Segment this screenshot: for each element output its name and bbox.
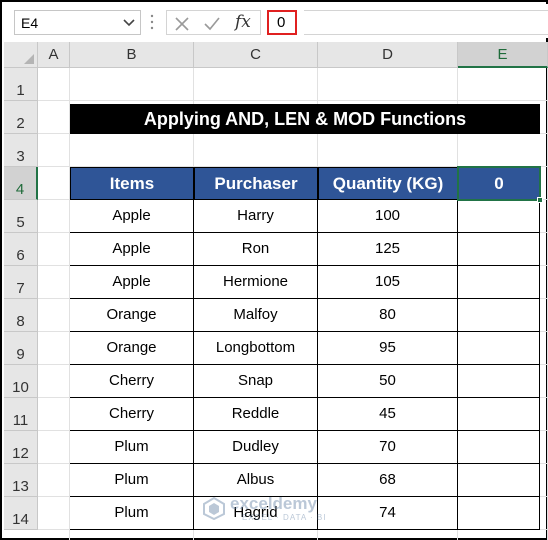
name-box-value: E4 <box>21 15 39 31</box>
active-cell-selection <box>457 166 541 201</box>
table-cell[interactable] <box>458 299 540 332</box>
table-cell[interactable]: 80 <box>318 299 458 332</box>
table-cell[interactable]: Hermione <box>194 266 318 299</box>
formula-value: 0 <box>277 14 286 31</box>
watermark-logo: exceldemy EXCEL · DATA · BI <box>202 494 352 526</box>
excel-window: E4 fx 0 A B C D E 1 2 3 4 5 6 7 8 9 10 11 12 13 14 <box>0 0 548 540</box>
table-cell[interactable]: 95 <box>318 332 458 365</box>
table-cell[interactable] <box>458 497 540 530</box>
table-cell[interactable]: 50 <box>318 365 458 398</box>
column-header-c[interactable]: C <box>194 42 318 68</box>
table-cell[interactable] <box>458 464 540 497</box>
table-cell[interactable]: Dudley <box>194 431 318 464</box>
row-header-12[interactable]: 12 <box>4 431 38 464</box>
enter-check-icon[interactable] <box>203 15 221 33</box>
table-cell[interactable]: 100 <box>318 200 458 233</box>
table-cell[interactable] <box>458 431 540 464</box>
row-header-7[interactable]: 7 <box>4 266 38 299</box>
select-all-button[interactable] <box>4 42 38 68</box>
drag-handle-icon[interactable] <box>150 14 154 30</box>
gridline-horizontal <box>38 100 548 101</box>
row-header-5[interactable]: 5 <box>4 200 38 233</box>
name-box[interactable]: E4 <box>14 10 141 35</box>
table-cell[interactable]: 70 <box>318 431 458 464</box>
table-cell[interactable]: 68 <box>318 464 458 497</box>
table-cell[interactable] <box>458 398 540 431</box>
table-cell[interactable]: Cherry <box>70 365 194 398</box>
table-cell[interactable] <box>458 200 540 233</box>
insert-function-icon[interactable]: fx <box>235 12 251 32</box>
row-header-3[interactable]: 3 <box>4 134 38 167</box>
table-cell[interactable] <box>458 233 540 266</box>
table-cell[interactable]: Harry <box>194 200 318 233</box>
cancel-icon[interactable] <box>173 15 191 33</box>
column-header-d[interactable]: D <box>318 42 458 68</box>
row-header-4[interactable]: 4 <box>4 167 38 200</box>
logo-icon <box>203 496 225 520</box>
table-cell[interactable]: Malfoy <box>194 299 318 332</box>
table-cell[interactable]: Plum <box>70 431 194 464</box>
table-cell[interactable]: Plum <box>70 464 194 497</box>
row-header-9[interactable]: 9 <box>4 332 38 365</box>
column-header-e[interactable]: E <box>458 42 548 68</box>
select-all-triangle-icon <box>24 54 34 64</box>
formula-input[interactable] <box>304 10 548 35</box>
table-cell[interactable]: Reddle <box>194 398 318 431</box>
table-cell[interactable]: Snap <box>194 365 318 398</box>
row-header-1[interactable]: 1 <box>4 68 38 101</box>
watermark-tagline: EXCEL · DATA · BI <box>242 513 327 522</box>
watermark-name: exceldemy <box>230 494 317 513</box>
row-header-14[interactable]: 14 <box>4 497 38 530</box>
table-cell[interactable]: Longbottom <box>194 332 318 365</box>
table-cell[interactable]: Orange <box>70 332 194 365</box>
table-cell[interactable]: Apple <box>70 200 194 233</box>
row-header-10[interactable]: 10 <box>4 365 38 398</box>
table-cell[interactable]: Plum <box>70 497 194 530</box>
header-quantity[interactable]: Quantity (KG) <box>318 167 458 200</box>
spreadsheet-grid: A B C D E 1 2 3 4 5 6 7 8 9 10 11 12 13 14 Applying AND, LE… <box>4 42 548 540</box>
row-header-11[interactable]: 11 <box>4 398 38 431</box>
table-cell[interactable]: Apple <box>70 233 194 266</box>
formula-input-highlight[interactable]: 0 <box>267 10 297 35</box>
fill-handle[interactable] <box>537 197 543 203</box>
header-purchaser[interactable]: Purchaser <box>194 167 318 200</box>
row-header-2[interactable]: 2 <box>4 101 38 134</box>
row-header-13[interactable]: 13 <box>4 464 38 497</box>
column-header-b[interactable]: B <box>70 42 194 68</box>
table-cell[interactable]: 45 <box>318 398 458 431</box>
row-header-6[interactable]: 6 <box>4 233 38 266</box>
table-cell[interactable]: Apple <box>70 266 194 299</box>
chevron-down-icon[interactable] <box>122 15 136 29</box>
row-header-8[interactable]: 8 <box>4 299 38 332</box>
table-cell[interactable]: Orange <box>70 299 194 332</box>
table-cell[interactable]: 105 <box>318 266 458 299</box>
sheet-title: Applying AND, LEN & MOD Functions <box>70 104 540 134</box>
table-cell[interactable]: Cherry <box>70 398 194 431</box>
formula-buttons: fx <box>166 10 261 35</box>
table-cell[interactable] <box>458 332 540 365</box>
column-header-a[interactable]: A <box>38 42 70 68</box>
table-cell[interactable] <box>458 266 540 299</box>
table-cell[interactable]: Ron <box>194 233 318 266</box>
table-cell[interactable]: 125 <box>318 233 458 266</box>
table-cell[interactable]: Albus <box>194 464 318 497</box>
formula-bar: E4 fx 0 <box>4 4 548 38</box>
table-cell[interactable] <box>458 365 540 398</box>
header-items[interactable]: Items <box>70 167 194 200</box>
